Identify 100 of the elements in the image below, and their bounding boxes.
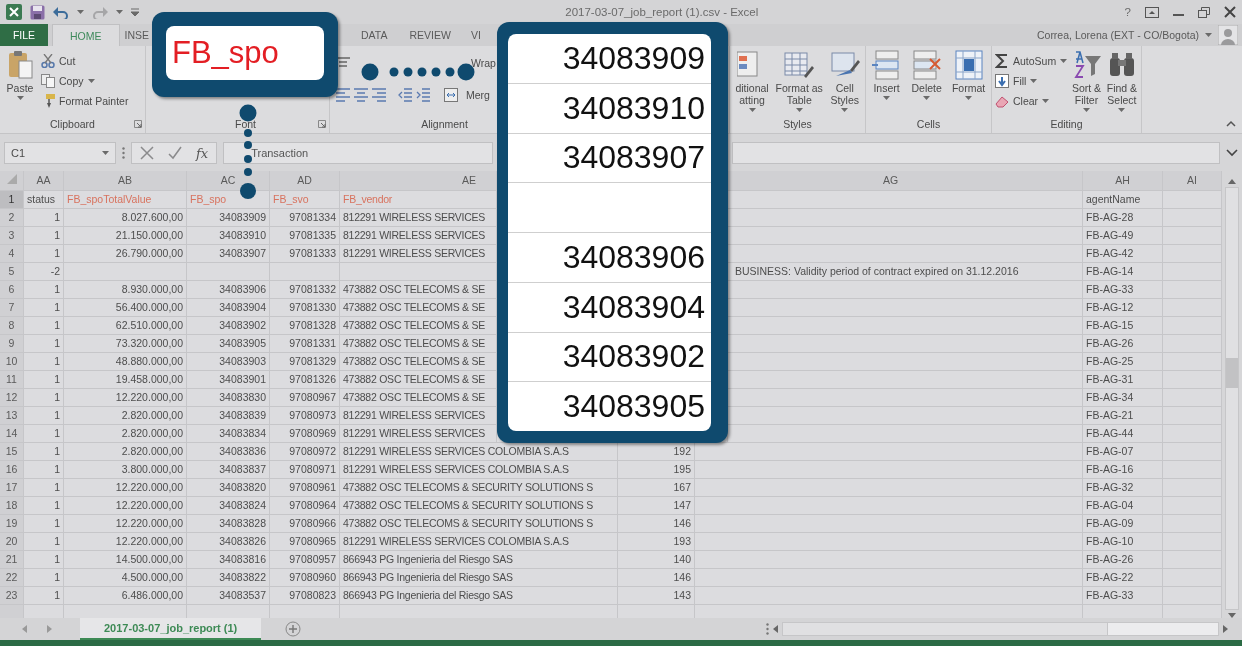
row-header[interactable]: 1 [0,191,24,209]
table-cell: 1 [24,533,64,551]
row-header[interactable]: 19 [0,515,24,533]
row-header[interactable]: 7 [0,299,24,317]
ribbon-button[interactable]: Format [949,50,988,101]
row-header[interactable]: 8 [0,317,24,335]
column-header[interactable]: AE [340,171,497,191]
table-cell: 97080973 [270,407,340,425]
row-header[interactable]: 15 [0,443,24,461]
align-right-icon [372,88,386,102]
column-header[interactable]: AC [187,171,270,191]
ribbon-tab[interactable]: REVIEW [406,24,454,46]
row-header[interactable]: 21 [0,551,24,569]
ribbon-button[interactable]: Sort & Filter [1071,50,1102,113]
row-header[interactable]: 22 [0,569,24,587]
cancel-icon[interactable] [140,146,154,160]
table-cell: 812291 WIRELESS SERVICES [340,425,497,443]
table-cell: 6.486.000,00 [64,587,187,605]
row-header[interactable]: 4 [0,245,24,263]
row-header[interactable]: 16 [0,461,24,479]
table-cell: 97081329 [270,353,340,371]
ribbon-button[interactable]: Find & Select [1105,50,1138,113]
ribbon-button[interactable]: AutoSum [995,52,1068,70]
row-header[interactable]: 14 [0,425,24,443]
formula-field[interactable]: Transaction [223,142,494,164]
restore-icon[interactable] [1198,6,1210,18]
row-header[interactable]: 12 [0,389,24,407]
column-header[interactable]: AA [24,171,64,191]
ribbon-tab[interactable]: VI [467,24,484,46]
row-header[interactable]: 2 [0,209,24,227]
sheet-tab[interactable]: 2017-03-07_job_report (1) [80,618,262,640]
row-header[interactable]: 13 [0,407,24,425]
scroll-up-icon[interactable] [1228,179,1236,184]
row-header[interactable]: 6 [0,281,24,299]
ribbon-button[interactable]: Fill [995,72,1068,90]
vertical-scrollbar[interactable] [1225,187,1239,610]
user-name[interactable]: Correa, Lorena (EXT - CO/Bogota) [1036,29,1199,41]
scroll-right-icon[interactable] [1223,625,1228,633]
ribbon-button[interactable]: Cut [41,52,129,70]
ribbon-button[interactable]: Clear [995,92,1068,110]
row-header[interactable]: 10 [0,353,24,371]
ribbon-button[interactable]: Cell Styles [827,50,862,113]
table-cell: 12.220.000,00 [64,389,187,407]
row-header[interactable]: 11 [0,371,24,389]
help-button[interactable]: ? [1124,6,1131,18]
collapse-ribbon-icon[interactable] [1226,120,1236,127]
indent-increase-icon [416,88,430,102]
ribbon-tab[interactable]: HOME [52,24,120,46]
ribbon-button[interactable]: Paste [3,50,37,101]
scroll-left-icon[interactable] [773,625,778,633]
ribbon-button[interactable]: Copy [41,72,129,90]
splitter-icon [122,147,125,159]
name-box[interactable]: C1 [4,142,116,164]
row-header[interactable]: 5 [0,263,24,281]
ribbon-button[interactable]: Merg [466,86,490,104]
expand-icon[interactable] [1226,149,1238,157]
table-cell: 97081334 [270,209,340,227]
insert-function-button[interactable]: fx [196,145,209,161]
dialog-launcher-icon[interactable] [318,120,326,128]
row-header[interactable]: 18 [0,497,24,515]
table-cell: 2.820.000,00 [64,425,187,443]
splitter-icon[interactable] [766,623,769,635]
ribbon-button[interactable]: Format Painter [41,92,129,110]
previous-sheet-icon[interactable] [22,625,27,633]
column-header[interactable]: AD [270,171,340,191]
next-sheet-icon[interactable] [47,625,52,633]
undo-icon[interactable] [53,5,69,19]
table-cell: 812291 WIRELESS SERVICES [340,407,497,425]
ribbon-tab[interactable]: FILE [0,24,48,46]
table-cell: 26.790.000,00 [64,245,187,263]
row-header[interactable]: 17 [0,479,24,497]
row-header[interactable]: 9 [0,335,24,353]
column-header[interactable]: AI [1163,171,1222,191]
customize-icon[interactable] [131,8,139,16]
table-cell: 1 [24,281,64,299]
add-sheet-icon[interactable] [285,621,302,637]
close-icon[interactable] [1224,6,1236,18]
ribbon-button[interactable]: Insert [869,50,905,101]
table-cell: 34083910 [187,227,270,245]
scroll-thumb[interactable] [1226,358,1238,388]
ribbon-options-icon[interactable] [1145,6,1159,18]
horizontal-scrollbar[interactable] [782,622,1219,636]
column-header[interactable]: AG [728,171,1083,191]
delete-cells-icon [911,50,942,80]
ribbon-button[interactable]: ditional atting [733,50,772,113]
ribbon-button[interactable]: Delete [908,50,946,101]
scroll-thumb[interactable] [1107,623,1218,635]
column-header[interactable]: AH [1083,171,1163,191]
dialog-launcher-icon[interactable] [134,120,142,128]
table-cell: 97080969 [270,425,340,443]
enter-icon[interactable] [168,146,182,160]
table-cell: 1 [24,299,64,317]
ribbon-button[interactable]: Format as Table [775,50,824,113]
row-header[interactable]: 20 [0,533,24,551]
ribbon-tab[interactable]: INSE [121,24,152,46]
ribbon-button[interactable]: Wrap [471,54,496,72]
ribbon-tab[interactable]: DATA [358,24,391,46]
column-header[interactable]: AB [64,171,187,191]
row-header[interactable]: 3 [0,227,24,245]
row-header[interactable]: 23 [0,587,24,605]
